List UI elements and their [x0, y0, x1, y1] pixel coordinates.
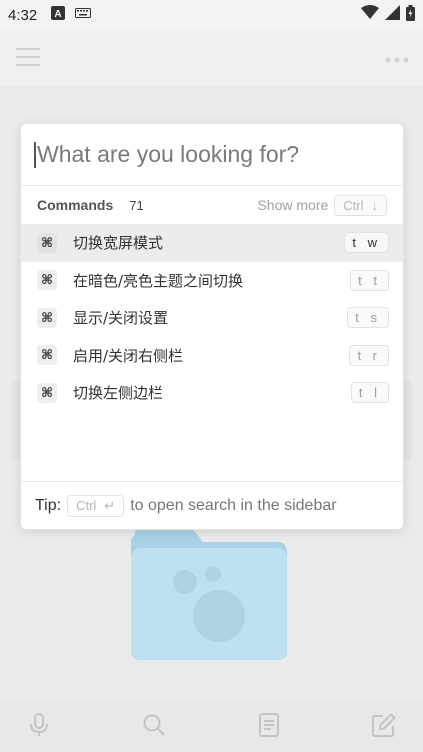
command-label: 在暗色/亮色主题之间切换 [73, 271, 244, 290]
tip-text: to open search in the sidebar [130, 496, 337, 514]
tip-label: Tip: [35, 496, 62, 514]
more-options-icon[interactable] [385, 52, 409, 63]
command-hotkey: t r [349, 344, 389, 366]
command-label: 切换宽屏模式 [73, 234, 164, 253]
ctrl-key: Ctrl [343, 197, 364, 213]
command-key-icon: ⌘ [37, 270, 57, 291]
signal-icon [385, 5, 400, 25]
command-list: ⌘ 切换宽屏模式 t w ⌘ 在暗色/亮色主题之间切换 t t ⌘ 显示/关闭设… [21, 224, 403, 412]
text-cursor [34, 141, 36, 168]
show-more-link[interactable]: Show more [257, 197, 328, 213]
hamburger-menu-icon[interactable] [16, 46, 40, 68]
search-input[interactable] [37, 141, 377, 168]
command-key-icon: ⌘ [37, 345, 57, 366]
command-key-icon: ⌘ [37, 307, 57, 328]
commands-header: Commands 71 Show more Ctrl ↓ [21, 190, 403, 220]
show-more-shortcut: Ctrl ↓ [334, 194, 387, 216]
command-label: 切换左侧边栏 [73, 384, 164, 403]
command-key-icon: ⌘ [37, 232, 57, 253]
tip-footer: Tip: Ctrl ↵ to open search in the sideba… [21, 481, 403, 529]
keyboard-icon [75, 6, 92, 24]
status-time: 4:32 [8, 6, 38, 24]
command-hotkey: t t [350, 269, 389, 291]
command-item-toggle-theme[interactable]: ⌘ 在暗色/亮色主题之间切换 t t [21, 262, 403, 300]
microphone-icon[interactable] [26, 712, 52, 738]
command-palette: Commands 71 Show more Ctrl ↓ ⌘ 切换宽屏模式 t … [20, 123, 404, 530]
tip-shortcut: Ctrl ↵ [67, 494, 125, 517]
search-bar [21, 124, 403, 186]
command-item-toggle-settings[interactable]: ⌘ 显示/关闭设置 t s [21, 299, 403, 337]
command-item-toggle-right-sidebar[interactable]: ⌘ 启用/关闭右侧栏 t r [21, 337, 403, 375]
command-item-toggle-left-sidebar[interactable]: ⌘ 切换左侧边栏 t l [21, 374, 403, 412]
empty-folder-illustration [129, 526, 289, 661]
bottom-toolbar [0, 698, 423, 752]
app-bar [0, 30, 423, 86]
document-icon[interactable] [256, 712, 282, 738]
arrow-down-icon: ↓ [371, 197, 379, 213]
command-item-toggle-wide[interactable]: ⌘ 切换宽屏模式 t w [21, 224, 403, 262]
command-label: 显示/关闭设置 [73, 309, 169, 328]
command-label: 启用/关闭右侧栏 [73, 346, 184, 365]
command-hotkey: t l [350, 382, 389, 404]
command-hotkey: t s [347, 307, 389, 329]
notification-a-icon: A [51, 5, 66, 25]
search-icon[interactable] [141, 712, 167, 738]
command-key-icon: ⌘ [37, 382, 57, 403]
command-hotkey: t w [344, 232, 389, 254]
enter-icon: ↵ [104, 497, 116, 513]
edit-icon[interactable] [371, 712, 397, 738]
commands-count: 71 [129, 197, 144, 213]
commands-title: Commands [37, 197, 114, 213]
svg-text:A: A [55, 9, 62, 20]
battery-icon [406, 4, 415, 26]
wifi-icon [361, 5, 379, 25]
ctrl-key: Ctrl [76, 498, 97, 513]
status-bar: 4:32 A [0, 0, 423, 30]
